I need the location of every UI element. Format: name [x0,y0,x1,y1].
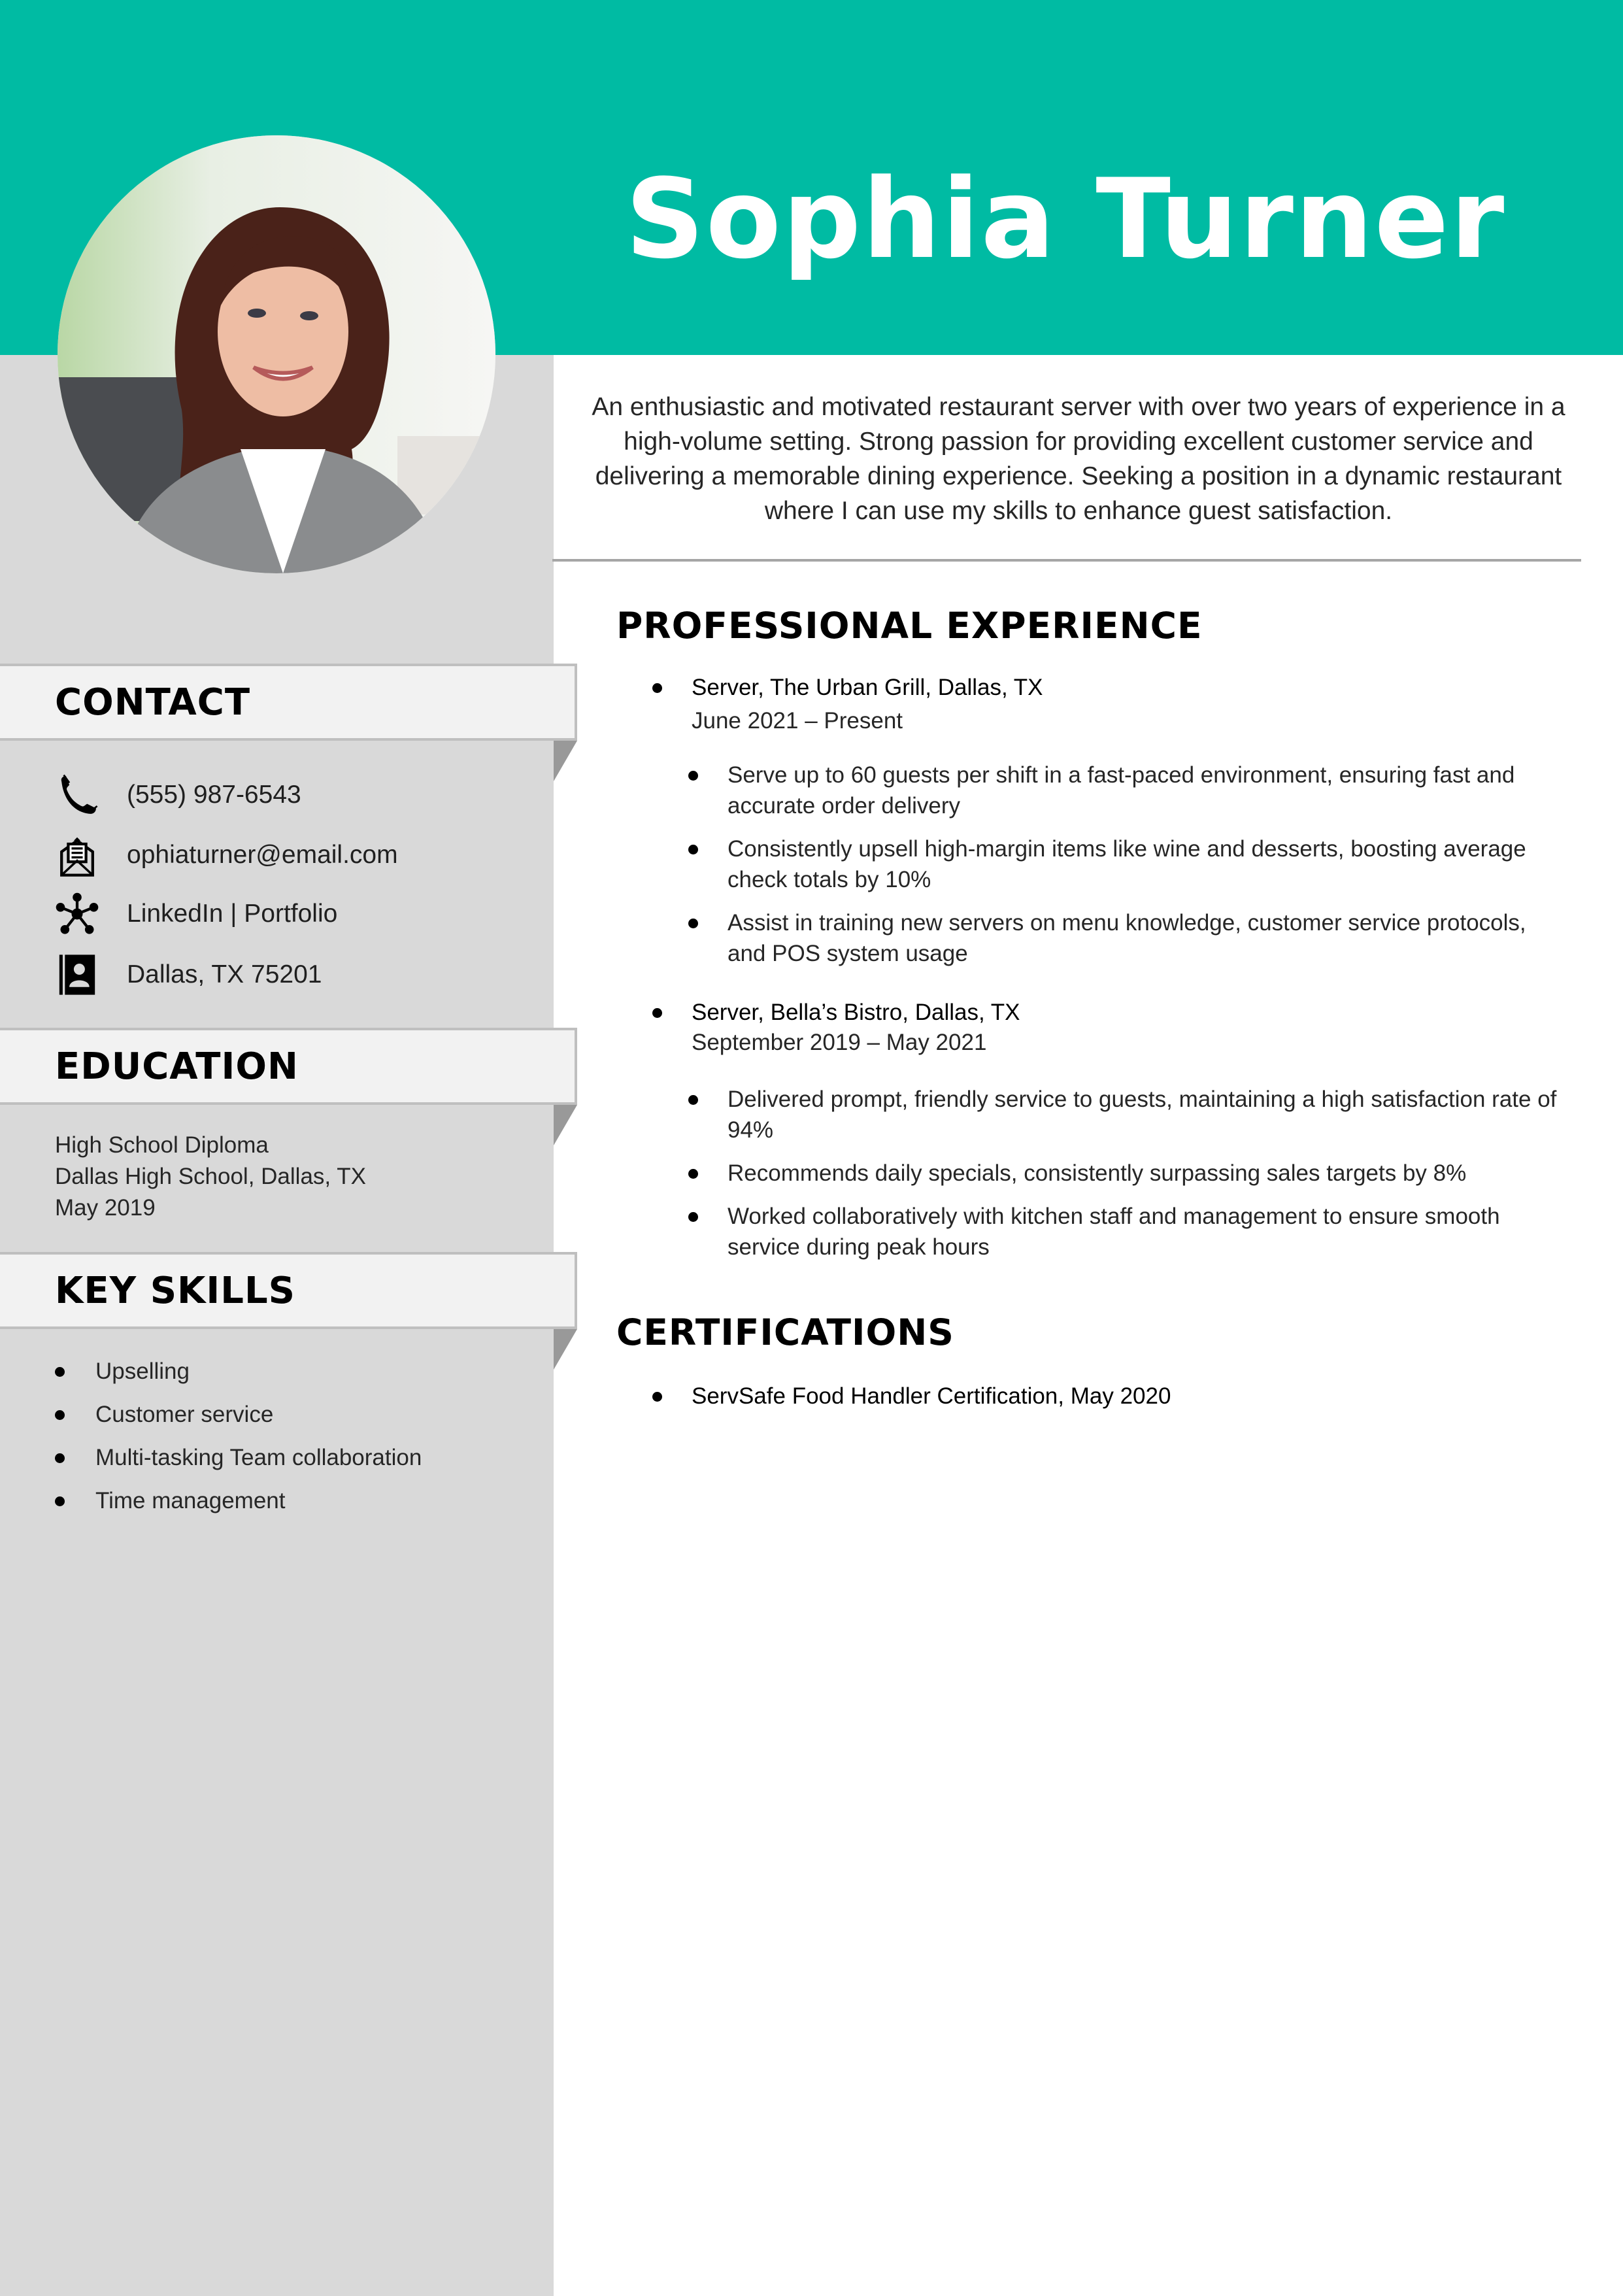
skill-item: Time management [55,1479,422,1523]
duty-text: Worked collaboratively with kitchen staf… [728,1204,1500,1260]
duty-text: Delivered prompt, friendly service to gu… [728,1087,1557,1143]
job-duties: Delivered prompt, friendly service to gu… [688,1084,1558,1275]
contact-phone: (555) 987-6543 [54,771,301,819]
links-text[interactable]: LinkedIn | Portfolio [127,900,337,928]
duty-item: Recommends daily specials, consistently … [688,1158,1558,1189]
skills-header-fold [554,1329,577,1370]
experience-title: PROFESSIONAL EXPERIENCE [616,605,1203,647]
bullet-icon [688,845,698,854]
duty-text: Consistently upsell high-margin items li… [728,836,1526,892]
contact-title: CONTACT [55,681,251,724]
network-icon [54,890,101,937]
skills-list: Upselling Customer service Multi-tasking… [55,1350,422,1523]
email-icon [54,832,101,879]
address-book-icon [54,951,101,998]
job-header: Server, The Urban Grill, Dallas, TX [652,675,1043,701]
duty-text: Assist in training new servers on menu k… [728,910,1526,966]
job-header: Server, Bella’s Bistro, Dallas, TX [652,1000,1020,1026]
phone-text: (555) 987-6543 [127,781,301,809]
bullet-icon [652,1007,662,1018]
job-title: Server, The Urban Grill, Dallas, TX [692,675,1043,700]
bullet-icon [55,1410,65,1420]
skill-item: Multi-tasking Team collaboration [55,1436,422,1479]
skills-title: KEY SKILLS [55,1270,295,1312]
professional-summary: An enthusiastic and motivated restaurant… [592,393,1565,525]
job-dates: June 2021 – Present [692,708,903,734]
summary-divider [552,559,1581,562]
contact-address: Dallas, TX 75201 [54,951,322,998]
bullet-icon [688,1095,698,1105]
bullet-icon [55,1496,65,1506]
contact-email[interactable]: ophiaturner@email.com [54,832,398,879]
education-details: High School Diploma Dallas High School, … [55,1130,366,1224]
skill-text: Upselling [95,1359,190,1384]
bullet-icon [688,919,698,928]
phone-icon [54,771,101,819]
skill-item: Upselling [55,1350,422,1393]
address-text: Dallas, TX 75201 [127,960,322,988]
education-date: May 2019 [55,1195,156,1221]
certification-text: ServSafe Food Handler Certification, May… [692,1383,1171,1409]
skill-text: Time management [95,1488,286,1513]
skill-item: Customer service [55,1393,422,1436]
bullet-icon [688,1169,698,1179]
duty-text: Serve up to 60 guests per shift in a fas… [728,762,1515,819]
skill-text: Multi-tasking Team collaboration [95,1445,422,1470]
bullet-icon [55,1366,65,1377]
skill-text: Customer service [95,1402,274,1427]
education-degree: High School Diploma [55,1132,269,1158]
bullet-icon [652,1391,662,1402]
bullet-icon [55,1453,65,1463]
duty-item: Consistently upsell high-margin items li… [688,834,1558,895]
bullet-icon [688,771,698,781]
duty-item: Assist in training new servers on menu k… [688,907,1558,969]
education-title: EDUCATION [55,1045,299,1088]
job-title: Server, Bella’s Bistro, Dallas, TX [692,1000,1020,1025]
candidate-name: Sophia Turner [625,155,1506,283]
email-text[interactable]: ophiaturner@email.com [127,841,398,869]
bullet-icon [688,1212,698,1222]
duty-item: Delivered prompt, friendly service to gu… [688,1084,1558,1145]
profile-photo [58,135,495,573]
portrait-illustration [58,135,495,573]
certification-item: ServSafe Food Handler Certification, May… [652,1383,1171,1410]
education-school: Dallas High School, Dallas, TX [55,1164,366,1189]
contact-links[interactable]: LinkedIn | Portfolio [54,890,337,937]
duty-item: Worked collaboratively with kitchen staf… [688,1201,1558,1262]
contact-section-header: CONTACT [0,664,577,741]
job-duties: Serve up to 60 guests per shift in a fas… [688,760,1558,981]
certifications-title: CERTIFICATIONS [616,1311,954,1353]
bullet-icon [652,683,662,693]
education-header-fold [554,1105,577,1145]
duty-text: Recommends daily specials, consistently … [728,1160,1467,1186]
duty-item: Serve up to 60 guests per shift in a fas… [688,760,1558,821]
job-dates: September 2019 – May 2021 [692,1030,987,1055]
education-section-header: EDUCATION [0,1028,577,1105]
contact-header-fold [554,741,577,781]
skills-section-header: KEY SKILLS [0,1252,577,1329]
